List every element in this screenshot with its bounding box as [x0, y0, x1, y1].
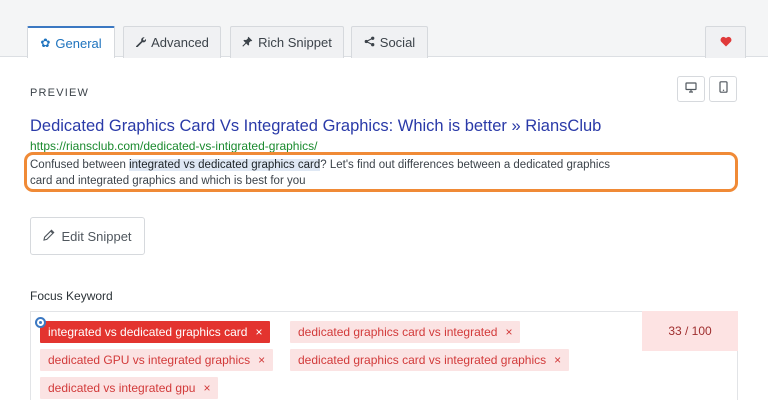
- keyword-tag-label: integrated vs dedicated graphics card: [48, 325, 248, 339]
- keyword-tag-label: dedicated graphics card vs integrated gr…: [298, 353, 547, 367]
- edit-snippet-button[interactable]: Edit Snippet: [30, 217, 145, 255]
- keyword-tag-label: dedicated graphics card vs integrated: [298, 325, 498, 339]
- tab-advanced[interactable]: Advanced: [123, 26, 221, 58]
- remove-keyword-icon[interactable]: ×: [203, 381, 210, 395]
- wrench-icon: [135, 36, 147, 49]
- primary-keyword-pin-icon[interactable]: [35, 317, 46, 328]
- pin-icon: [242, 36, 253, 49]
- seo-score-badge: 33 / 100: [642, 311, 738, 351]
- edit-snippet-label: Edit Snippet: [61, 228, 132, 244]
- keyword-tag[interactable]: dedicated graphics card vs integrated gr…: [290, 349, 570, 371]
- tab-general[interactable]: ✿ General: [27, 26, 115, 58]
- tab-rich-snippet[interactable]: Rich Snippet: [230, 26, 344, 58]
- annotation-highlight-frame: [24, 152, 738, 192]
- favorite-button[interactable]: [705, 26, 746, 58]
- keyword-tag[interactable]: dedicated GPU vs integrated graphics ×: [40, 349, 274, 371]
- mobile-icon: [718, 80, 728, 98]
- desktop-icon: [685, 80, 697, 98]
- share-icon: [364, 36, 375, 49]
- tab-label: Social: [379, 35, 416, 50]
- keyword-tag-label: dedicated GPU vs integrated graphics: [48, 353, 251, 367]
- heart-icon: [720, 36, 732, 49]
- tab-label: General: [55, 35, 102, 51]
- keyword-tag[interactable]: dedicated graphics card vs integrated ×: [290, 321, 521, 343]
- mobile-preview-button[interactable]: [709, 76, 737, 102]
- desktop-preview-button[interactable]: [677, 76, 705, 102]
- remove-keyword-icon[interactable]: ×: [255, 325, 262, 339]
- gear-icon: ✿: [40, 36, 51, 50]
- focus-keyword-label: Focus Keyword: [30, 289, 113, 303]
- serp-url: https://riansclub.com/dedicated-vs-intig…: [30, 139, 318, 153]
- keyword-tag-primary[interactable]: integrated vs dedicated graphics card ×: [40, 321, 271, 343]
- serp-title[interactable]: Dedicated Graphics Card Vs Integrated Gr…: [30, 117, 601, 136]
- tab-label: Advanced: [151, 35, 209, 50]
- keyword-tag-label: dedicated vs integrated gpu: [48, 381, 196, 395]
- remove-keyword-icon[interactable]: ×: [505, 325, 512, 339]
- preview-label: PREVIEW: [30, 87, 90, 99]
- tab-social[interactable]: Social: [351, 26, 428, 58]
- keyword-tag[interactable]: dedicated vs integrated gpu ×: [40, 377, 219, 399]
- remove-keyword-icon[interactable]: ×: [258, 353, 265, 367]
- pencil-icon: [43, 229, 55, 244]
- remove-keyword-icon[interactable]: ×: [554, 353, 561, 367]
- tab-label: Rich Snippet: [258, 35, 332, 50]
